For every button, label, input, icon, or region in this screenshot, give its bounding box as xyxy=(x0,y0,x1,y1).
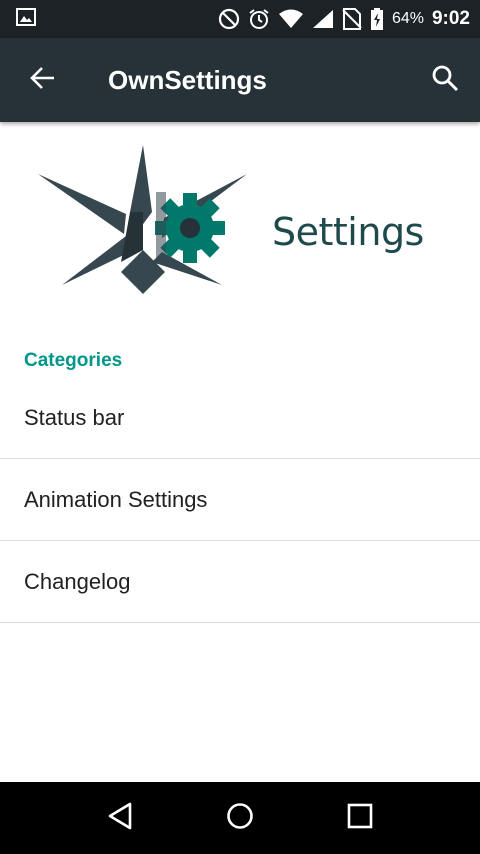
back-arrow-icon xyxy=(29,66,55,95)
search-icon xyxy=(431,64,459,97)
no-sim-icon xyxy=(342,8,362,30)
wifi-icon xyxy=(278,9,304,29)
settings-header: Settings xyxy=(0,122,480,332)
signal-icon xyxy=(312,9,334,29)
category-header: Categories xyxy=(24,350,123,371)
battery-percent: 64% xyxy=(391,10,424,27)
alarm-icon xyxy=(248,8,270,30)
nav-back-button[interactable] xyxy=(84,782,156,854)
image-icon xyxy=(16,7,36,31)
recents-square-icon xyxy=(347,803,373,834)
app-bar: OwnSettings xyxy=(0,38,480,122)
nav-recents-button[interactable] xyxy=(324,782,396,854)
pref-item-status-bar[interactable]: Status bar xyxy=(0,377,480,459)
status-bar: 64% 9:02 xyxy=(0,0,480,38)
do-not-disturb-icon xyxy=(218,8,240,30)
clock: 9:02 xyxy=(431,8,470,29)
back-button[interactable] xyxy=(0,38,84,122)
preference-list: Status bar Animation Settings Changelog xyxy=(0,377,480,623)
search-button[interactable] xyxy=(410,38,480,122)
home-circle-icon xyxy=(226,802,254,835)
back-triangle-icon xyxy=(107,802,133,835)
settings-title: Settings xyxy=(272,210,424,254)
pref-item-changelog[interactable]: Changelog xyxy=(0,541,480,623)
battery-charging-icon xyxy=(370,8,384,30)
pref-item-animation-settings[interactable]: Animation Settings xyxy=(0,459,480,541)
star-gear-logo xyxy=(34,142,254,302)
nav-home-button[interactable] xyxy=(204,782,276,854)
navigation-bar xyxy=(0,782,480,854)
app-title: OwnSettings xyxy=(108,64,267,95)
